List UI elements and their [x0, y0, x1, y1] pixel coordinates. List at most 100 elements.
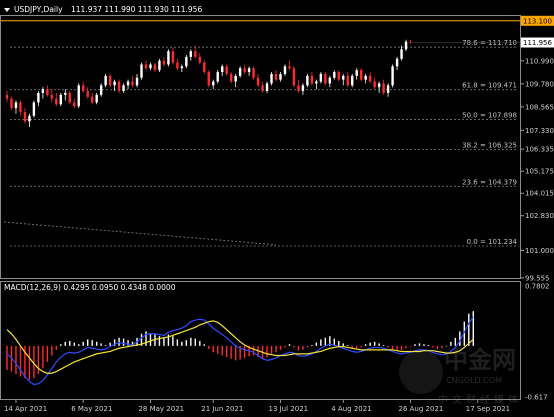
candle-body[interactable] [167, 51, 170, 65]
candle-body[interactable] [162, 60, 166, 65]
candle-body[interactable] [189, 51, 193, 57]
candle-body[interactable] [90, 96, 94, 103]
candle-body[interactable] [14, 102, 18, 109]
macd-histogram-bar [185, 340, 188, 346]
candle-body[interactable] [46, 89, 49, 95]
candle-body[interactable] [292, 68, 296, 86]
candle-body[interactable] [153, 64, 157, 71]
candle-body[interactable] [234, 75, 237, 82]
candle-body[interactable] [73, 102, 76, 107]
candle-body[interactable] [243, 68, 246, 73]
candle-body[interactable] [10, 98, 13, 109]
candle-body[interactable] [229, 73, 233, 82]
candle-body[interactable] [368, 75, 372, 82]
candle-body[interactable] [221, 66, 224, 73]
candle-body[interactable] [377, 83, 381, 88]
candle-body[interactable] [315, 81, 318, 84]
candle-body[interactable] [122, 85, 125, 92]
candle-body[interactable] [351, 75, 354, 86]
candle-body[interactable] [126, 81, 130, 86]
macd-histogram-bar [149, 332, 152, 346]
candle-body[interactable] [64, 92, 67, 95]
candle-body[interactable] [252, 68, 255, 78]
candle-body[interactable] [256, 77, 260, 86]
candle-body[interactable] [274, 73, 278, 80]
candle-body[interactable] [395, 58, 399, 67]
candle-body[interactable] [391, 66, 394, 86]
candle-body[interactable] [95, 94, 98, 103]
candle-body[interactable] [99, 85, 103, 95]
candle-body[interactable] [207, 72, 210, 86]
candle-body[interactable] [382, 83, 385, 93]
candle-body[interactable] [198, 56, 201, 63]
candle-body[interactable] [283, 66, 287, 74]
candle-body[interactable] [140, 64, 143, 78]
candle-body[interactable] [158, 60, 161, 71]
candle-body[interactable] [409, 41, 412, 43]
candle-body[interactable] [149, 64, 152, 69]
candle-body[interactable] [342, 75, 345, 80]
candle-body[interactable] [247, 68, 251, 73]
candles[interactable] [5, 39, 412, 128]
dropdown-icon[interactable] [4, 8, 10, 12]
candle-body[interactable] [59, 94, 63, 105]
candle-body[interactable] [203, 62, 206, 73]
candle-body[interactable] [19, 102, 22, 112]
candle-body[interactable] [37, 92, 40, 103]
candle-body[interactable] [104, 75, 107, 86]
macd-histogram-bar [73, 342, 75, 346]
candle-body[interactable] [400, 49, 403, 59]
candle-body[interactable] [68, 92, 71, 103]
candle-body[interactable] [333, 72, 336, 78]
candle-body[interactable] [328, 77, 332, 84]
candle-body[interactable] [41, 89, 45, 93]
candle-body[interactable] [319, 73, 323, 82]
chart-window: 中金网 CNGOLD.COM 中文财经媒体 78.6 = 111.710 61.8… [0, 0, 554, 417]
candle-body[interactable] [117, 81, 121, 92]
candle-body[interactable] [337, 72, 340, 80]
candle-body[interactable] [359, 70, 363, 80]
candle-body[interactable] [225, 66, 228, 74]
candle-body[interactable] [306, 75, 309, 86]
candle-body[interactable] [113, 81, 116, 86]
candle-body[interactable] [185, 56, 188, 67]
trend-line[interactable] [3, 221, 277, 246]
macd-histogram-bar [279, 345, 282, 350]
candle-body[interactable] [23, 111, 27, 122]
candle-body[interactable] [131, 81, 134, 86]
candle-body[interactable] [50, 94, 54, 99]
candle-body[interactable] [77, 85, 80, 107]
candle-body[interactable] [55, 98, 58, 105]
candle-body[interactable] [176, 62, 179, 69]
candle-body[interactable] [261, 85, 264, 92]
candle-body[interactable] [32, 102, 36, 116]
candle-body[interactable] [301, 85, 305, 92]
candle-body[interactable] [297, 85, 300, 92]
candle-body[interactable] [171, 51, 175, 63]
candle-body[interactable] [194, 51, 197, 57]
candle-body[interactable] [5, 94, 9, 99]
watermark-cn-name: 中金网 [444, 346, 516, 374]
candle-body[interactable] [180, 66, 184, 69]
candle-body[interactable] [270, 73, 273, 84]
candle-body[interactable] [238, 68, 242, 76]
candle-body[interactable] [386, 85, 390, 93]
candle-body[interactable] [82, 85, 85, 92]
candle-body[interactable] [404, 41, 408, 50]
candle-body[interactable] [355, 70, 358, 76]
candle-body[interactable] [135, 77, 139, 86]
candle-body[interactable] [288, 66, 291, 69]
candle-body[interactable] [265, 83, 269, 92]
candle-body[interactable] [212, 81, 215, 86]
candle-body[interactable] [310, 75, 314, 84]
candle-body[interactable] [279, 73, 282, 80]
candle-body[interactable] [28, 115, 31, 122]
candle-body[interactable] [346, 75, 349, 86]
candle-body[interactable] [373, 81, 376, 88]
candle-body[interactable] [144, 64, 148, 69]
candle-body[interactable] [86, 91, 89, 97]
candle-body[interactable] [216, 72, 219, 82]
candle-body[interactable] [364, 75, 367, 80]
candle-body[interactable] [324, 73, 327, 84]
candle-body[interactable] [108, 75, 112, 86]
